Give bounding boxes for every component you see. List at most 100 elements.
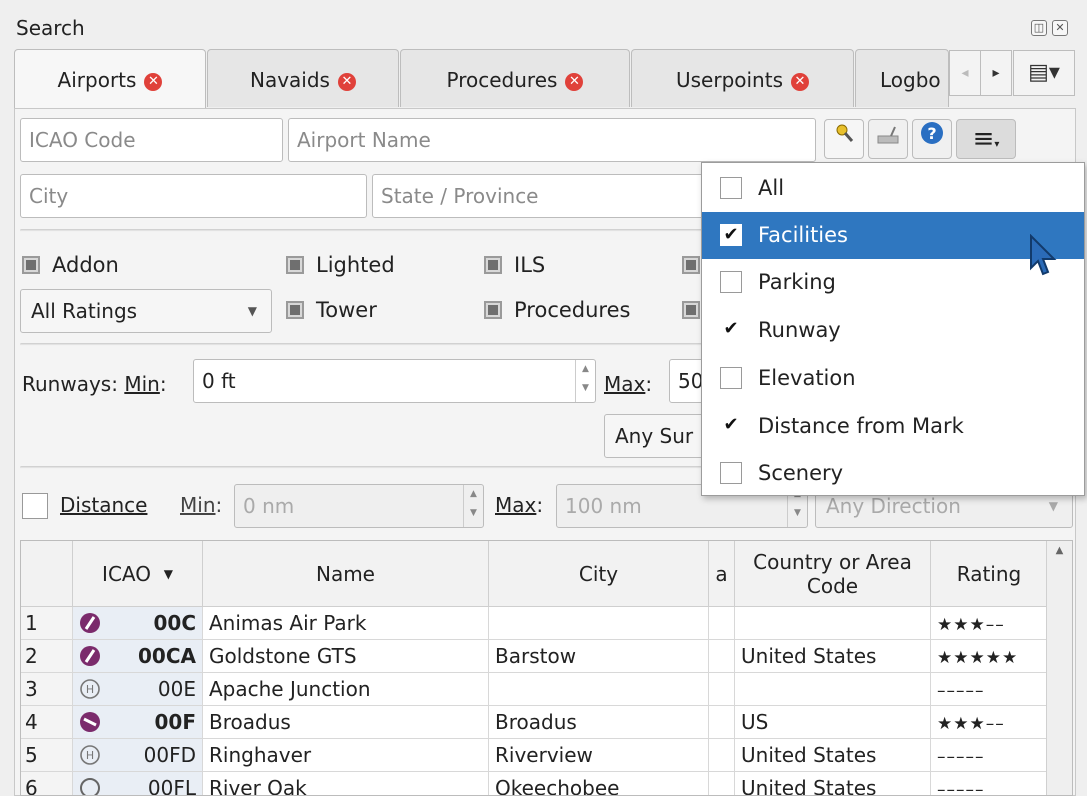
- tab-procedures[interactable]: Procedures ✕: [400, 49, 630, 107]
- scroll-up-icon[interactable]: ▲: [1047, 545, 1072, 556]
- column-menu-button[interactable]: ≡▾: [956, 119, 1016, 159]
- column-header-a[interactable]: a: [709, 541, 735, 607]
- table-cell-rating[interactable]: –––––: [931, 739, 1048, 772]
- table-cell-icao[interactable]: 00F: [73, 706, 203, 739]
- tab-scroll-left-button[interactable]: ◂: [949, 50, 981, 96]
- table-cell-city[interactable]: [489, 673, 709, 706]
- procedures-checkbox[interactable]: Procedures: [484, 298, 630, 322]
- table-cell-rating[interactable]: –––––: [931, 673, 1048, 706]
- float-window-button[interactable]: ◫: [1031, 20, 1047, 36]
- table-cell-rating[interactable]: ★★★––: [931, 607, 1048, 640]
- window-title: Search: [16, 16, 85, 40]
- table-cell-rating[interactable]: ★★★★★: [931, 640, 1048, 673]
- chevron-down-icon: ▼: [247, 304, 257, 318]
- menu-item-all[interactable]: All: [702, 165, 1084, 212]
- table-cell-icao[interactable]: 00FL: [73, 772, 203, 795]
- tab-logbook[interactable]: Logbo: [855, 49, 949, 107]
- table-cell-country[interactable]: United States: [735, 739, 931, 772]
- table-cell-a[interactable]: [709, 673, 735, 706]
- icao-code-input[interactable]: [20, 118, 283, 162]
- table-cell-city[interactable]: Broadus: [489, 706, 709, 739]
- clear-search-icon[interactable]: [868, 119, 908, 159]
- table-cell-country[interactable]: United States: [735, 772, 931, 795]
- distance-checkbox[interactable]: [22, 493, 48, 519]
- close-tab-icon[interactable]: ✕: [337, 73, 356, 91]
- table-cell-a[interactable]: [709, 607, 735, 640]
- tab-label: Logbo: [880, 68, 941, 92]
- table-cell-city[interactable]: [489, 607, 709, 640]
- close-tab-icon[interactable]: ✕: [144, 73, 163, 91]
- table-cell-name[interactable]: Apache Junction: [203, 673, 489, 706]
- city-input[interactable]: [20, 174, 367, 218]
- tab-userpoints[interactable]: Userpoints ✕: [631, 49, 854, 107]
- table-cell-n[interactable]: 2: [21, 640, 73, 673]
- state-province-input[interactable]: [372, 174, 712, 218]
- menu-item-parking[interactable]: Parking: [702, 259, 1084, 306]
- help-icon[interactable]: ?: [912, 119, 952, 159]
- distance-min-input[interactable]: 0 nm ▲ ▼: [234, 484, 484, 528]
- rating-select-value: All Ratings: [31, 299, 138, 323]
- table-cell-a[interactable]: [709, 772, 735, 795]
- table-cell-rating[interactable]: ★★★––: [931, 706, 1048, 739]
- ils-checkbox[interactable]: ILS: [484, 253, 545, 277]
- close-tab-icon[interactable]: ✕: [565, 73, 584, 91]
- table-cell-a[interactable]: [709, 706, 735, 739]
- spinbox-arrows-icon[interactable]: ▲▼: [463, 485, 483, 527]
- table-cell-country[interactable]: [735, 607, 931, 640]
- table-cell-icao[interactable]: H 00E: [73, 673, 203, 706]
- tab-airports[interactable]: Airports ✕: [14, 49, 206, 109]
- table-cell-icao[interactable]: 00C: [73, 607, 203, 640]
- runway-min-input[interactable]: 0 ft ▲ ▼: [193, 359, 596, 403]
- table-cell-n[interactable]: 5: [21, 739, 73, 772]
- close-tab-icon[interactable]: ✕: [791, 73, 809, 91]
- table-cell-n[interactable]: 1: [21, 607, 73, 640]
- column-dropdown-menu: All ✔ Facilities Parking ✔ Runway Elevatio…: [701, 162, 1085, 496]
- table-cell-name[interactable]: Animas Air Park: [203, 607, 489, 640]
- menu-item-facilities[interactable]: ✔ Facilities: [702, 212, 1084, 259]
- column-header-city[interactable]: City: [489, 541, 709, 607]
- table-cell-name[interactable]: Goldstone GTS: [203, 640, 489, 673]
- table-cell-city[interactable]: Barstow: [489, 640, 709, 673]
- table-cell-icao[interactable]: H 00FD: [73, 739, 203, 772]
- runway-max-label: Max:: [604, 372, 653, 396]
- column-header-icao[interactable]: ICAO ▼: [73, 541, 203, 607]
- airport-icon: [79, 612, 101, 634]
- menu-item-runway[interactable]: ✔ Runway: [702, 307, 1084, 354]
- table-cell-a[interactable]: [709, 739, 735, 772]
- vertical-scrollbar[interactable]: ▲: [1046, 541, 1072, 795]
- table-cell-country[interactable]: US: [735, 706, 931, 739]
- table-cell-n[interactable]: 4: [21, 706, 73, 739]
- column-header-name[interactable]: Name: [203, 541, 489, 607]
- table-cell-icao[interactable]: 00CA: [73, 640, 203, 673]
- column-header-rating[interactable]: Rating: [931, 541, 1048, 607]
- column-header-country[interactable]: Country or Area Code: [735, 541, 931, 607]
- table-cell-city[interactable]: Okeechobee: [489, 772, 709, 795]
- menu-item-distance-from-mark[interactable]: ✔ Distance from Mark: [702, 403, 1084, 450]
- table-cell-country[interactable]: United States: [735, 640, 931, 673]
- table-cell-country[interactable]: [735, 673, 931, 706]
- tab-scroll-right-button[interactable]: ▸: [980, 50, 1012, 96]
- document-menu-icon[interactable]: ▤▾: [1013, 50, 1075, 96]
- table-cell-name[interactable]: Broadus: [203, 706, 489, 739]
- icao-code: 00C: [153, 611, 196, 635]
- table-cell-rating[interactable]: –––––: [931, 772, 1048, 796]
- table-cell-n[interactable]: 6: [21, 772, 73, 795]
- table-cell-a[interactable]: [709, 640, 735, 673]
- table-cell-name[interactable]: Ringhaver: [203, 739, 489, 772]
- rating-select[interactable]: All Ratings ▼: [20, 289, 272, 333]
- search-tool-icon[interactable]: [824, 119, 864, 159]
- airport-name-input[interactable]: [288, 118, 816, 162]
- mouse-cursor-icon: [1030, 234, 1057, 276]
- close-window-button[interactable]: ✕: [1052, 20, 1068, 36]
- lighted-checkbox[interactable]: Lighted: [286, 253, 395, 277]
- table-cell-name[interactable]: River Oak: [203, 772, 489, 795]
- table-cell-city[interactable]: Riverview: [489, 739, 709, 772]
- addon-checkbox[interactable]: Addon: [22, 253, 119, 277]
- rating-value: –––––: [937, 780, 985, 796]
- tower-checkbox[interactable]: Tower: [286, 298, 377, 322]
- menu-item-elevation[interactable]: Elevation: [702, 355, 1084, 402]
- menu-item-scenery[interactable]: Scenery: [702, 450, 1084, 497]
- spinbox-arrows-icon[interactable]: ▲▼: [575, 360, 595, 402]
- table-cell-n[interactable]: 3: [21, 673, 73, 706]
- tab-navaids[interactable]: Navaids ✕: [207, 49, 399, 107]
